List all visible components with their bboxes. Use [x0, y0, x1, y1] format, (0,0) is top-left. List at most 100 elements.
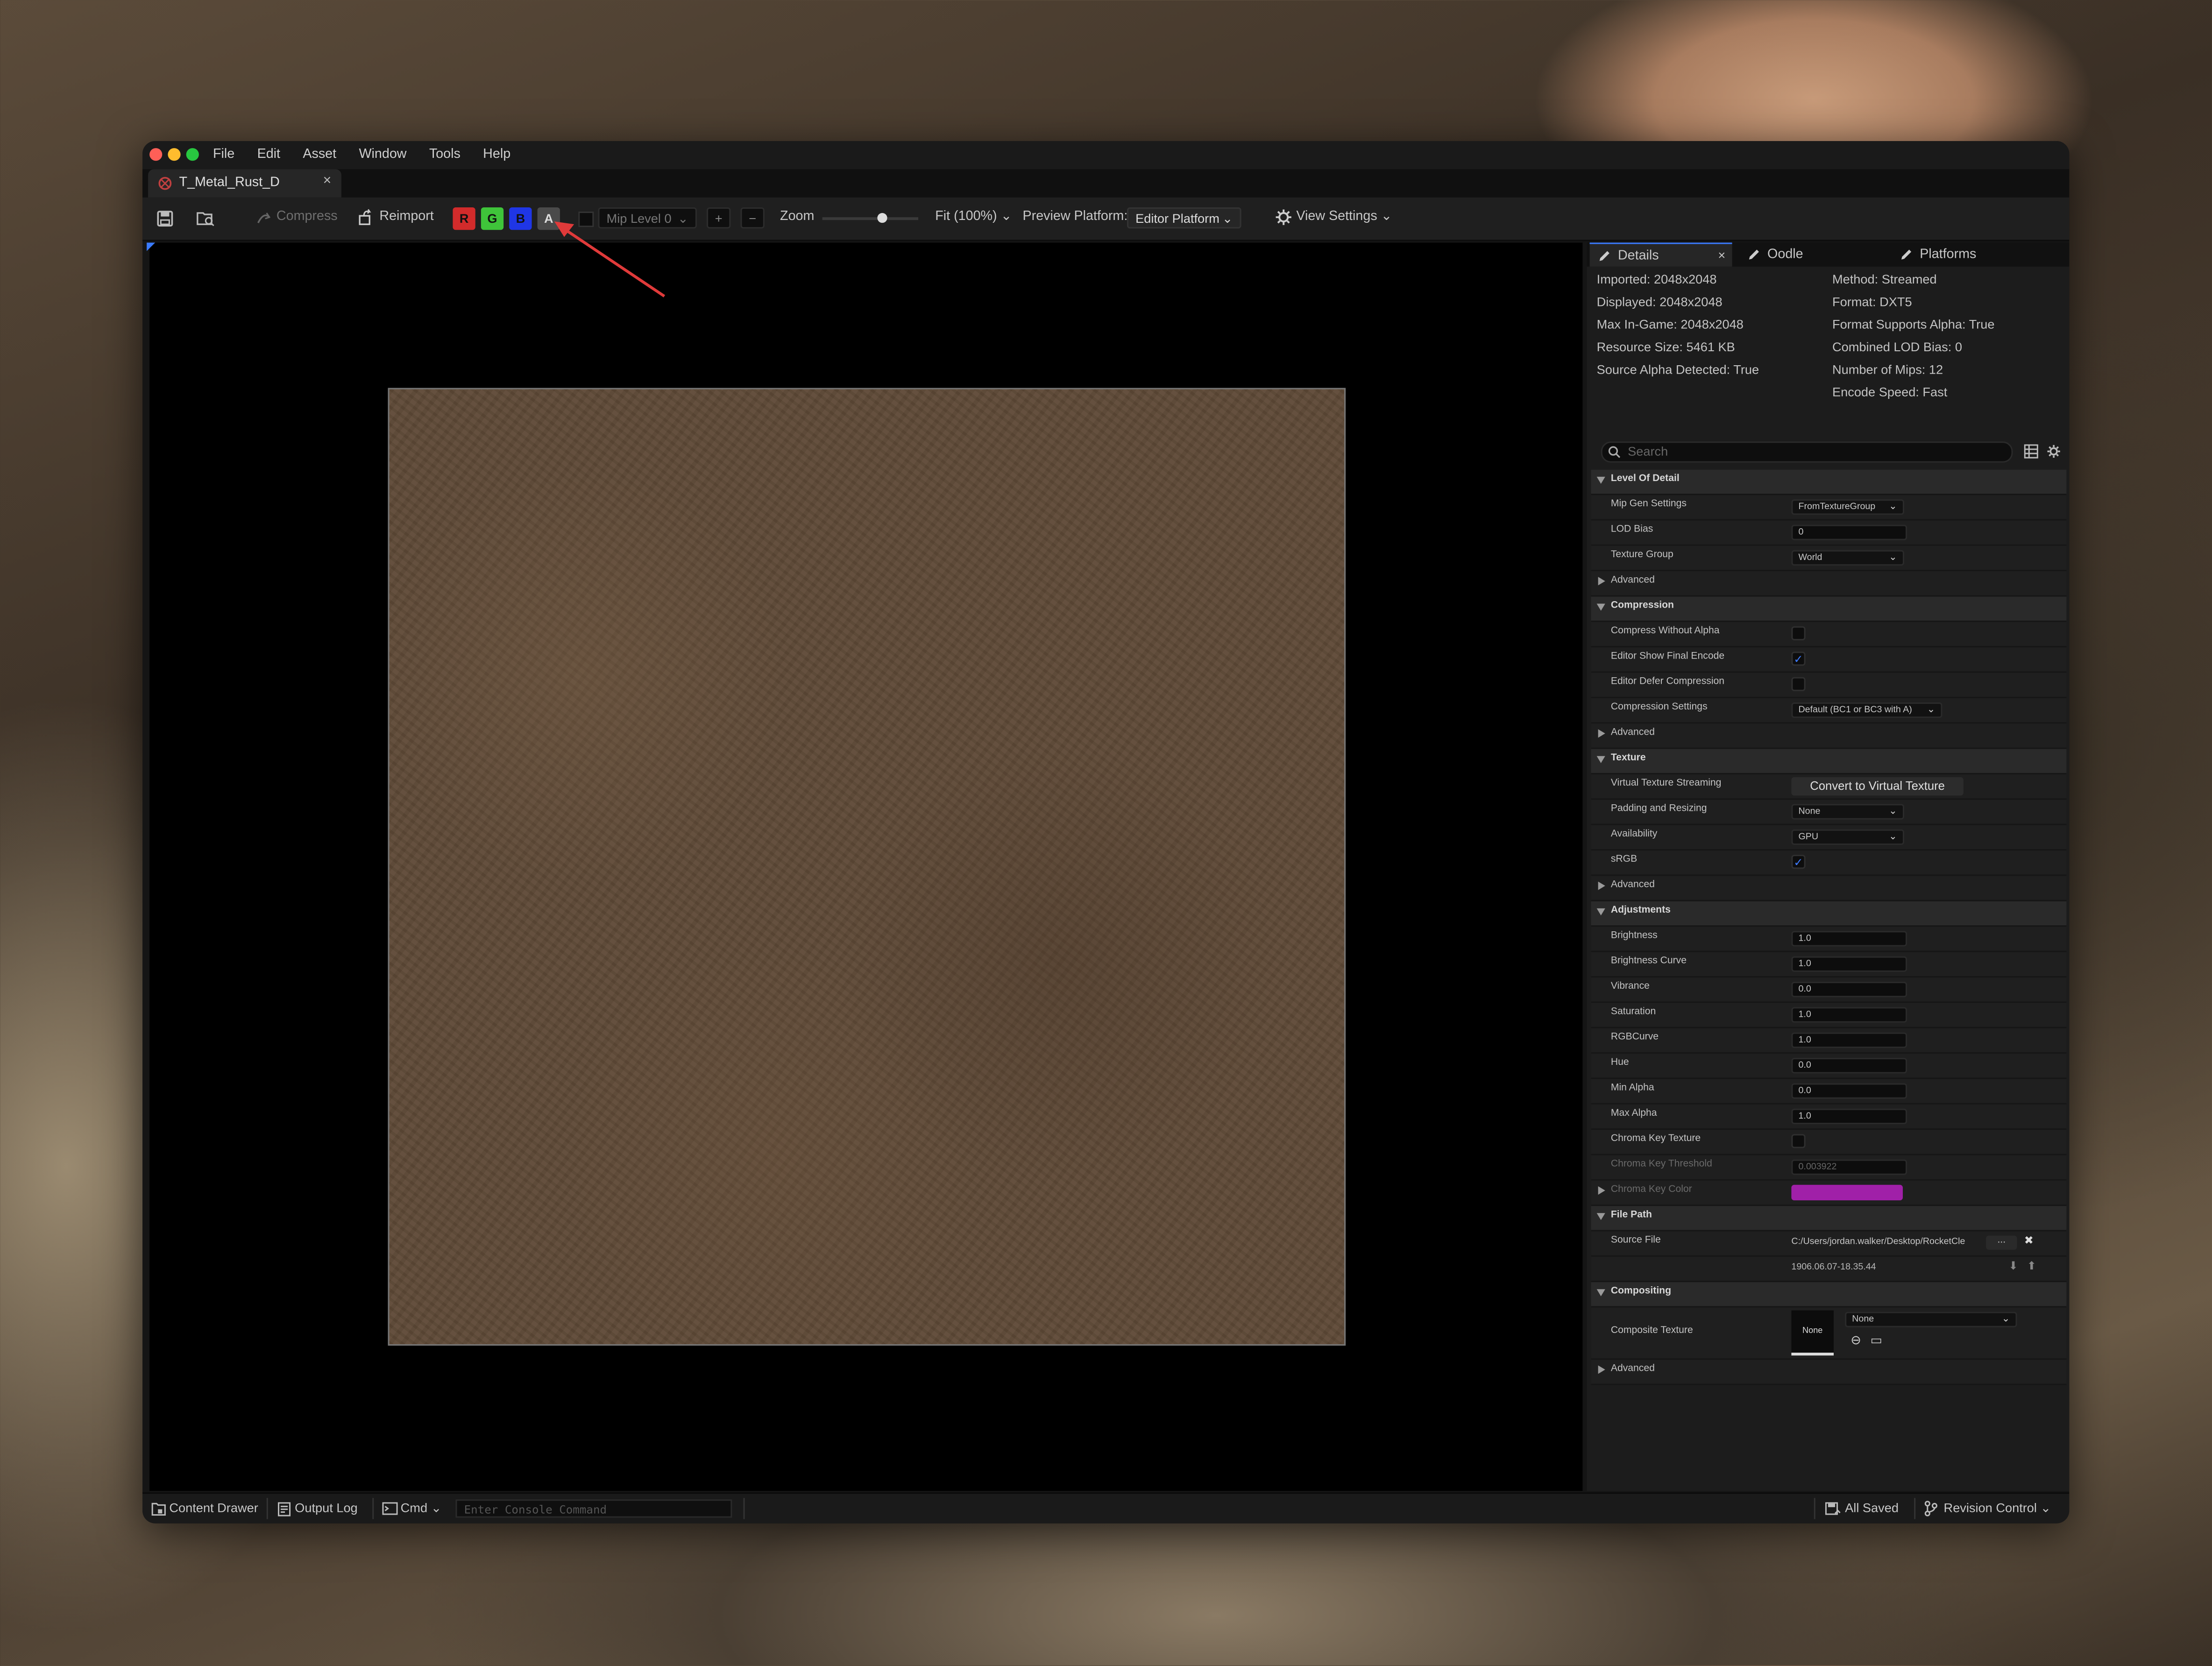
composite-texture-thumbnail[interactable]: None: [1791, 1310, 1834, 1356]
collapsed-arrow-icon[interactable]: [1598, 1186, 1605, 1195]
value-field[interactable]: 1.0: [1791, 1007, 1907, 1023]
property-row-advanced[interactable]: Advanced: [1591, 571, 2067, 597]
clear-file-icon[interactable]: ✖: [2024, 1234, 2034, 1247]
expand-arrow-icon[interactable]: [1596, 756, 1605, 763]
zoom-slider-track[interactable]: [822, 213, 919, 223]
texture-viewport[interactable]: [147, 242, 1583, 1491]
category-compositing[interactable]: Compositing: [1591, 1282, 2067, 1308]
convert-to-virtual-texture-button[interactable]: Convert to Virtual Texture: [1791, 777, 1964, 796]
mip-level-checkbox[interactable]: [578, 212, 594, 227]
use-selected-asset-icon[interactable]: ⊖: [1850, 1333, 1861, 1348]
expand-arrow-icon[interactable]: [1596, 603, 1605, 611]
maximize-window-button[interactable]: [186, 148, 199, 161]
collapsed-arrow-icon[interactable]: [1598, 881, 1605, 890]
output-log-button[interactable]: Output Log: [295, 1501, 358, 1515]
menu-window[interactable]: Window: [359, 147, 406, 162]
revision-control-dropdown[interactable]: Revision Control ⌄: [1944, 1501, 2051, 1516]
close-window-button[interactable]: [149, 148, 163, 161]
value-dropdown[interactable]: GPU ⌄: [1791, 829, 1904, 845]
download-arrow-icon[interactable]: ⬇: [2008, 1260, 2018, 1272]
checkbox[interactable]: [1791, 1134, 1806, 1148]
category-texture[interactable]: Texture: [1591, 749, 2067, 774]
value-field[interactable]: 0.003922: [1791, 1159, 1907, 1175]
value-field[interactable]: 0: [1791, 525, 1907, 540]
blue-channel-toggle[interactable]: B: [509, 207, 532, 230]
browse-to-asset-icon[interactable]: [196, 210, 216, 227]
mip-increase-button[interactable]: +: [707, 207, 731, 229]
document-tab[interactable]: T_Metal_Rust_D ×: [148, 169, 341, 198]
property-row-advanced[interactable]: Advanced: [1591, 876, 2067, 901]
table-view-icon[interactable]: [2024, 444, 2038, 459]
menu-edit[interactable]: Edit: [257, 147, 280, 162]
chevron-down-icon: ⌄: [1889, 832, 1897, 842]
expand-arrow-icon[interactable]: [1596, 1289, 1605, 1297]
mip-decrease-button[interactable]: −: [740, 207, 765, 229]
tab-oodle[interactable]: Oodle: [1742, 242, 1883, 266]
value-field[interactable]: 0.0: [1791, 1058, 1907, 1074]
document-tab-close-button[interactable]: ×: [323, 173, 332, 189]
collapsed-arrow-icon[interactable]: [1598, 577, 1605, 586]
browse-file-button[interactable]: ...: [1986, 1235, 2017, 1250]
mip-level-dropdown[interactable]: Mip Level 0 ⌄: [598, 207, 697, 229]
value-field[interactable]: 0.0: [1791, 981, 1907, 998]
upload-arrow-icon[interactable]: ⬆: [2027, 1260, 2036, 1272]
zoom-slider-thumb[interactable]: [877, 213, 888, 223]
menu-file[interactable]: File: [213, 147, 234, 162]
source-file-path[interactable]: C:/Users/jordan.walker/Desktop/RocketCle: [1791, 1237, 1983, 1247]
value-dropdown[interactable]: Default (BC1 or BC3 with A) ⌄: [1791, 702, 1943, 718]
property-label: Compression Settings: [1610, 702, 1708, 713]
checkbox[interactable]: ✓: [1791, 652, 1806, 666]
collapsed-arrow-icon[interactable]: [1598, 1365, 1605, 1374]
menu-asset[interactable]: Asset: [303, 147, 336, 162]
details-search-input[interactable]: Search: [1601, 441, 2013, 463]
value-dropdown[interactable]: World ⌄: [1791, 550, 1904, 566]
value-field[interactable]: 1.0: [1791, 931, 1907, 947]
settings-gear-icon[interactable]: [2047, 444, 2061, 458]
value-field[interactable]: 1.0: [1791, 956, 1907, 972]
value-dropdown[interactable]: FromTextureGroup ⌄: [1791, 499, 1904, 515]
console-command-input[interactable]: Enter Console Command: [455, 1499, 732, 1518]
reimport-button[interactable]: Reimport: [379, 209, 433, 224]
cmd-dropdown[interactable]: Cmd ⌄: [401, 1501, 442, 1516]
composite-texture-dropdown[interactable]: None ⌄: [1845, 1312, 2017, 1327]
property-row-advanced[interactable]: Advanced: [1591, 1360, 2067, 1385]
expand-arrow-icon[interactable]: [1596, 476, 1605, 484]
compress-button[interactable]: Compress: [276, 209, 338, 224]
checkbox[interactable]: [1791, 626, 1806, 641]
preview-platform-dropdown[interactable]: Editor Platform ⌄: [1127, 207, 1241, 229]
red-channel-toggle[interactable]: R: [453, 207, 475, 230]
save-icon[interactable]: [156, 210, 173, 227]
collapsed-arrow-icon[interactable]: [1598, 729, 1605, 738]
chroma-key-color-swatch[interactable]: [1791, 1184, 1903, 1201]
checkbox[interactable]: ✓: [1791, 855, 1806, 869]
details-panel: Details × Oodle Platforms Imported: 2048…: [1587, 242, 2070, 1491]
value-field[interactable]: 1.0: [1791, 1032, 1907, 1048]
content-drawer-button[interactable]: Content Drawer: [169, 1501, 258, 1515]
minimize-window-button[interactable]: [168, 148, 181, 161]
menu-help[interactable]: Help: [483, 147, 510, 162]
value-field[interactable]: 0.0: [1791, 1083, 1907, 1099]
property-row-advanced[interactable]: Advanced: [1591, 723, 2067, 749]
property-label: Min Alpha: [1610, 1083, 1654, 1093]
browse-asset-icon[interactable]: ▭: [1871, 1333, 1883, 1348]
alpha-channel-toggle[interactable]: A: [537, 207, 560, 230]
view-settings-button[interactable]: View Settings ⌄: [1296, 209, 1392, 224]
checkbox[interactable]: [1791, 677, 1806, 691]
property-row-timestamp: 1906.06.07-18.35.44 ⬇ ⬆: [1591, 1256, 2067, 1283]
all-saved-status[interactable]: All Saved: [1845, 1501, 1899, 1515]
tab-details[interactable]: Details ×: [1589, 242, 1732, 268]
category-file-path[interactable]: File Path: [1591, 1206, 2067, 1232]
tab-details-close-button[interactable]: ×: [1718, 244, 1725, 268]
category-adjustments[interactable]: Adjustments: [1591, 901, 2067, 927]
green-channel-toggle[interactable]: G: [481, 207, 504, 230]
expand-arrow-icon[interactable]: [1596, 1213, 1605, 1220]
zoom-fit-dropdown[interactable]: Fit (100%) ⌄: [935, 209, 1012, 224]
category-compression[interactable]: Compression: [1591, 596, 2067, 622]
category-level-of-detail[interactable]: Level Of Detail: [1591, 469, 2067, 496]
expand-arrow-icon[interactable]: [1596, 908, 1605, 915]
value-field[interactable]: 1.0: [1791, 1108, 1907, 1124]
menu-tools[interactable]: Tools: [429, 147, 461, 162]
tab-platforms[interactable]: Platforms: [1894, 242, 2035, 266]
value-dropdown[interactable]: None ⌄: [1791, 804, 1904, 820]
texture-editor-window: File Edit Asset Window Tools Help T_Meta…: [142, 141, 2070, 1524]
